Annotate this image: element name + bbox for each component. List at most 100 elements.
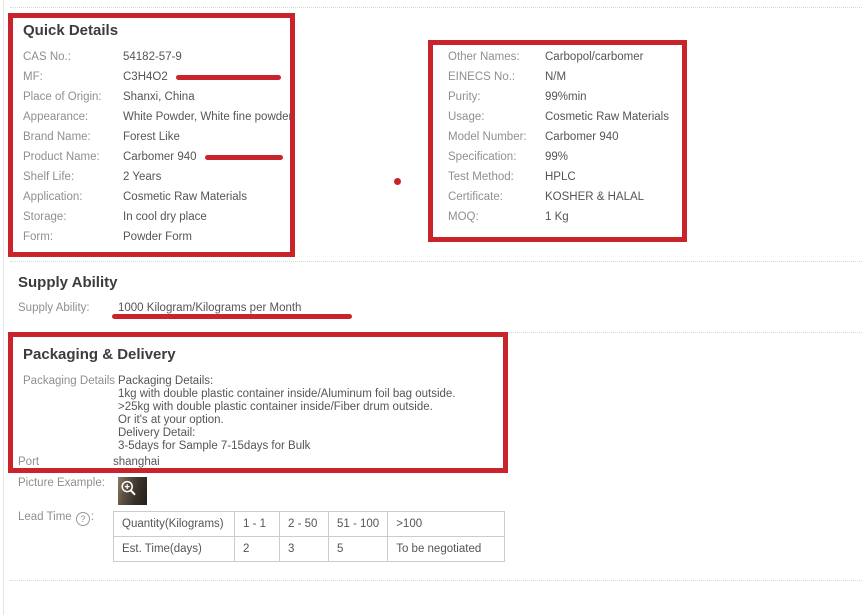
packaging-detail-line: Delivery Detail:	[118, 427, 456, 440]
detail-value: KOSHER & HALAL	[545, 191, 644, 203]
red-underline-annotation	[112, 314, 352, 319]
detail-value: Cosmetic Raw Materials	[123, 191, 247, 203]
detail-label: MF:	[23, 71, 123, 83]
lead-time-colon: :	[91, 511, 94, 523]
port-value: shanghai	[113, 456, 160, 468]
detail-row: Shelf Life:2 Years	[23, 167, 290, 187]
detail-value: Cosmetic Raw Materials	[545, 111, 669, 123]
quick-details-right-annotation-box: Other Names:Carbopol/carbomerEINECS No.:…	[428, 40, 687, 242]
lead-time-cell: Quantity(Kilograms)	[114, 512, 235, 537]
red-highlight-line	[176, 75, 281, 80]
red-highlight-line	[205, 155, 283, 160]
picture-thumbnail[interactable]	[118, 477, 147, 505]
detail-value: Powder Form	[123, 231, 192, 243]
detail-label: Test Method:	[448, 171, 545, 183]
detail-label: Brand Name:	[23, 131, 123, 143]
detail-row: CAS No.:54182-57-9	[23, 47, 290, 67]
packaging-details-row: Packaging Details Packaging Details:1kg …	[23, 375, 503, 453]
detail-value: C3H4O2	[123, 71, 168, 83]
lead-time-cell: 3	[280, 537, 329, 562]
lead-time-cell: 2 - 50	[280, 512, 329, 537]
lead-time-table: Quantity(Kilograms)1 - 12 - 5051 - 100>1…	[113, 511, 505, 562]
detail-value: 99%min	[545, 91, 587, 103]
detail-row: Place of Origin:Shanxi, China	[23, 87, 290, 107]
packaging-detail-line: Or it's at your option.	[118, 414, 456, 427]
port-row: Port shanghai	[13, 452, 493, 472]
picture-example-row: Picture Example:	[18, 477, 147, 505]
supply-ability-label: Supply Ability:	[18, 302, 118, 314]
port-label: Port	[18, 456, 113, 468]
lead-time-cell: Est. Time(days)	[114, 537, 235, 562]
packaging-detail-line: >25kg with double plastic container insi…	[118, 401, 456, 414]
red-dot-annotation	[394, 178, 401, 185]
detail-label: Usage:	[448, 111, 545, 123]
detail-label: Application:	[23, 191, 123, 203]
lead-time-cell: To be negotiated	[388, 537, 505, 562]
detail-label: EINECS No.:	[448, 71, 545, 83]
lead-time-cell: 5	[329, 537, 388, 562]
detail-row: Usage:Cosmetic Raw Materials	[448, 107, 682, 127]
detail-row: Application:Cosmetic Raw Materials	[23, 187, 290, 207]
detail-label: MOQ:	[448, 211, 545, 223]
lead-time-table-row: Quantity(Kilograms)1 - 12 - 5051 - 100>1…	[114, 512, 505, 537]
detail-row: MF:C3H4O2	[23, 67, 290, 87]
packaging-delivery-title: Packaging & Delivery	[23, 346, 503, 364]
quick-details-left-rows: CAS No.:54182-57-9MF:C3H4O2Place of Orig…	[23, 47, 290, 247]
detail-value: 1 Kg	[545, 211, 569, 223]
detail-value: HPLC	[545, 171, 576, 183]
detail-row: Model Number:Carbomer 940	[448, 127, 682, 147]
separator-top	[10, 7, 862, 8]
detail-label: Other Names:	[448, 51, 545, 63]
detail-value: 2 Years	[123, 171, 161, 183]
detail-row: Storage:In cool dry place	[23, 207, 290, 227]
detail-label: Place of Origin:	[23, 91, 123, 103]
detail-value: 99%	[545, 151, 568, 163]
supply-ability-value: 1000 Kilogram/Kilograms per Month	[118, 302, 301, 314]
detail-value: White Powder, White fine powder	[123, 111, 292, 123]
detail-label: CAS No.:	[23, 51, 123, 63]
help-icon[interactable]: ?	[76, 512, 90, 526]
packaging-detail-line: Packaging Details:	[118, 375, 456, 388]
detail-label: Specification:	[448, 151, 545, 163]
detail-row: Other Names:Carbopol/carbomer	[448, 47, 682, 67]
supply-ability-title: Supply Ability	[18, 274, 117, 292]
detail-label: Form:	[23, 231, 123, 243]
detail-row: Purity:99%min	[448, 87, 682, 107]
detail-label: Shelf Life:	[23, 171, 123, 183]
detail-value: Shanxi, China	[123, 91, 195, 103]
detail-row: Certificate:KOSHER & HALAL	[448, 187, 682, 207]
detail-row: Appearance:White Powder, White fine powd…	[23, 107, 290, 127]
detail-label: Storage:	[23, 211, 123, 223]
separator-supply	[10, 261, 862, 262]
detail-row: MOQ:1 Kg	[448, 207, 682, 227]
detail-label: Purity:	[448, 91, 545, 103]
detail-row: Specification:99%	[448, 147, 682, 167]
detail-label: Product Name:	[23, 151, 123, 163]
detail-row: Form:Powder Form	[23, 227, 290, 247]
lead-time-cell: 2	[235, 537, 280, 562]
detail-row: Brand Name:Forest Like	[23, 127, 290, 147]
picture-example-label: Picture Example:	[18, 477, 118, 489]
detail-label: Appearance:	[23, 111, 123, 123]
detail-value: Carbomer 940	[123, 151, 197, 163]
lead-time-cell: >100	[388, 512, 505, 537]
detail-value: Carbopol/carbomer	[545, 51, 643, 63]
quick-details-annotation-box: Quick Details CAS No.:54182-57-9MF:C3H4O…	[8, 13, 295, 257]
separator-bottom	[10, 580, 862, 581]
detail-value: In cool dry place	[123, 211, 207, 223]
detail-label: Certificate:	[448, 191, 545, 203]
product-details-page: Quick Details CAS No.:54182-57-9MF:C3H4O…	[0, 0, 862, 615]
detail-value: N/M	[545, 71, 566, 83]
detail-row: EINECS No.:N/M	[448, 67, 682, 87]
detail-value: 54182-57-9	[123, 51, 182, 63]
detail-row: Product Name:Carbomer 940	[23, 147, 290, 167]
quick-details-title: Quick Details	[23, 22, 290, 40]
left-border-rule	[3, 0, 4, 615]
quick-details-right-rows: Other Names:Carbopol/carbomerEINECS No.:…	[448, 47, 682, 227]
detail-value: Forest Like	[123, 131, 180, 143]
detail-label: Model Number:	[448, 131, 545, 143]
lead-time-cell: 1 - 1	[235, 512, 280, 537]
packaging-detail-line: 1kg with double plastic container inside…	[118, 388, 456, 401]
packaging-details-label: Packaging Details	[23, 375, 118, 453]
detail-row: Test Method:HPLC	[448, 167, 682, 187]
